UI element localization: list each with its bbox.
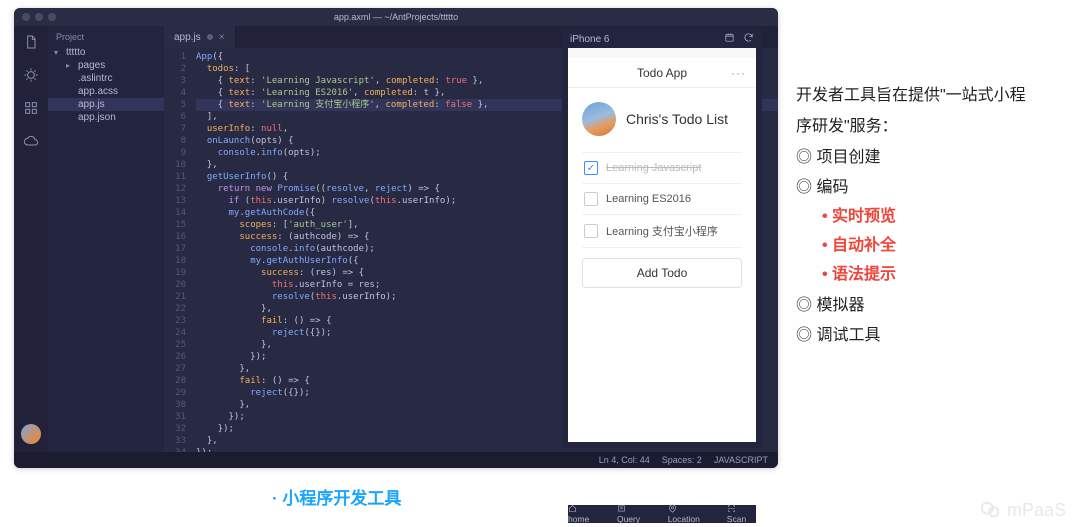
- file-explorer: Project ▾ ttttto ▸ pages .aslintrc app.acss ap…: [48, 26, 164, 452]
- todo-checkbox[interactable]: [584, 161, 598, 175]
- calendar-icon[interactable]: [724, 32, 735, 46]
- wechat-icon: [979, 499, 1001, 521]
- tree-item-ttttto[interactable]: ▾ ttttto: [48, 46, 164, 59]
- device-label[interactable]: iPhone 6: [570, 34, 609, 45]
- navbar-title: Todo App: [637, 66, 687, 80]
- note-item-coding: 编码 实时预览 自动补全 语法提示: [796, 174, 1066, 289]
- note-sub-preview: 实时预览: [822, 203, 1066, 232]
- notes-intro-1: 开发者工具旨在提供"一站式小程: [796, 82, 1066, 111]
- user-avatar-small[interactable]: [21, 424, 41, 444]
- watermark-text: mPaaS: [1007, 500, 1066, 521]
- status-spaces: Spaces: 2: [662, 455, 702, 465]
- activity-bar: [14, 26, 48, 452]
- cloud-icon[interactable]: [23, 133, 39, 152]
- notes-panel: 开发者工具旨在提供"一站式小程 序研发"服务： 项目创建 编码 实时预览 自动补…: [796, 82, 1066, 353]
- add-todo-button[interactable]: Add Todo: [582, 258, 742, 288]
- todo-text: Learning Javascript: [606, 162, 701, 174]
- bb-location[interactable]: Location: [668, 504, 709, 524]
- max-dot[interactable]: [48, 13, 56, 21]
- file-label: app.js: [78, 99, 105, 110]
- line-gutter: 1234567891011121314151617181920212223242…: [164, 48, 192, 452]
- todo-text: Learning 支付宝小程序: [606, 223, 718, 239]
- components-icon[interactable]: [23, 100, 39, 119]
- notes-intro-2: 序研发"服务：: [796, 113, 1066, 142]
- file-label: .aslintrc: [78, 73, 112, 84]
- note-item-project: 项目创建: [796, 144, 1066, 173]
- tab-label: app.js: [174, 32, 201, 43]
- note-sub-autocomplete: 自动补全: [822, 232, 1066, 261]
- watermark: mPaaS: [979, 499, 1066, 521]
- user-avatar: [582, 102, 616, 136]
- todo-checkbox[interactable]: [584, 192, 598, 206]
- tree-item-app-acss[interactable]: app.acss: [48, 85, 164, 98]
- min-dot[interactable]: [35, 13, 43, 21]
- file-label: app.acss: [78, 86, 118, 97]
- figure-caption: 小程序开发工具: [272, 484, 401, 509]
- todo-list-title: Chris's Todo List: [626, 111, 728, 127]
- tree-item-pages[interactable]: ▸ pages: [48, 59, 164, 72]
- window-controls[interactable]: [22, 13, 56, 21]
- tree-item-app-json[interactable]: app.json: [48, 111, 164, 124]
- file-label: app.json: [78, 112, 116, 123]
- window-title: app.axml — ~/AntProjects/ttttto: [334, 12, 458, 22]
- navbar-more-icon[interactable]: ···: [731, 66, 746, 80]
- simulator-screen: Todo App ··· Chris's Todo List Learning …: [568, 48, 756, 442]
- file-label: ttttto: [66, 47, 85, 58]
- debug-icon[interactable]: [23, 67, 39, 86]
- note-sub-syntax: 语法提示: [822, 261, 1066, 290]
- todo-item-2[interactable]: Learning 支付宝小程序: [582, 214, 742, 248]
- bb-home[interactable]: home: [568, 504, 599, 524]
- refresh-icon[interactable]: [743, 32, 754, 46]
- app-navbar: Todo App ···: [568, 58, 756, 88]
- todo-item-0[interactable]: Learning Javascript: [582, 152, 742, 183]
- simulator-bottombar: home Query Location Scan: [568, 505, 756, 523]
- todo-checkbox[interactable]: [584, 224, 598, 238]
- files-icon[interactable]: [23, 34, 39, 53]
- todo-text: Learning ES2016: [606, 193, 691, 205]
- simulator-toolbar: iPhone 6: [562, 30, 762, 48]
- note-item-simulator: 模拟器: [796, 292, 1066, 321]
- status-lncol: Ln 4, Col: 44: [599, 455, 650, 465]
- status-lang: JAVASCRIPT: [714, 455, 768, 465]
- add-todo-label: Add Todo: [637, 266, 688, 280]
- close-dot[interactable]: [22, 13, 30, 21]
- bb-query[interactable]: Query: [617, 504, 650, 524]
- status-bar: Ln 4, Col: 44 Spaces: 2 JAVASCRIPT: [14, 452, 778, 468]
- tab-close-icon[interactable]: ×: [219, 32, 225, 43]
- tab-app-js[interactable]: app.js ×: [164, 26, 236, 48]
- tree-item--aslintrc[interactable]: .aslintrc: [48, 72, 164, 85]
- titlebar: app.axml — ~/AntProjects/ttttto: [14, 8, 778, 26]
- bb-scan[interactable]: Scan: [727, 504, 756, 524]
- dirty-indicator-icon: [207, 34, 213, 40]
- todo-item-1[interactable]: Learning ES2016: [582, 183, 742, 214]
- chevron-icon: ▾: [54, 48, 62, 57]
- file-label: pages: [78, 60, 105, 71]
- tree-item-app-js[interactable]: app.js: [48, 98, 164, 111]
- note-item-debug: 调试工具: [796, 322, 1066, 351]
- phone-statusbar: [568, 48, 756, 58]
- chevron-icon: ▸: [66, 61, 74, 70]
- explorer-title: Project: [48, 30, 164, 46]
